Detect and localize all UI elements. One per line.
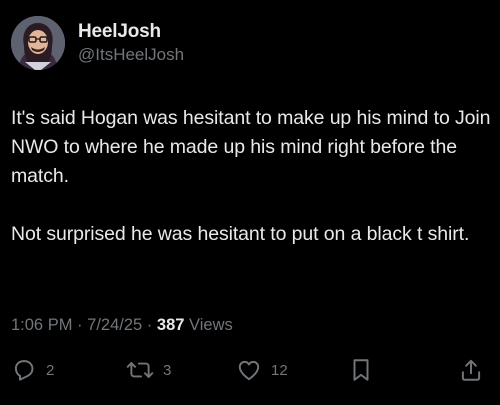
tweet-time[interactable]: 1:06 PM: [11, 316, 72, 334]
share-icon: [461, 359, 481, 381]
meta-separator: ·: [146, 316, 153, 334]
tweet-paragraph: Not surprised he was hesitant to put on …: [11, 223, 470, 245]
reply-count: 2: [46, 361, 55, 379]
bookmark-button[interactable]: [349, 352, 373, 388]
tweet-date[interactable]: 7/24/25: [87, 316, 142, 334]
views-count: 387: [156, 316, 185, 334]
avatar-image: [11, 16, 65, 70]
tweet-meta: 1:06 PM · 7/24/25 · 387 Views: [11, 314, 233, 336]
meta-separator: ·: [77, 316, 83, 334]
repost-button[interactable]: 3: [126, 352, 171, 388]
action-bar: 2 3 12: [0, 352, 500, 388]
repost-count: 3: [163, 361, 172, 379]
reply-button[interactable]: 2: [11, 352, 54, 388]
share-button[interactable]: [459, 352, 483, 388]
bookmark-icon: [353, 359, 369, 381]
tweet-text: It's said Hogan was hesitant to make up …: [11, 104, 495, 249]
views-label: Views: [189, 316, 233, 334]
repost-icon: [126, 362, 154, 378]
heart-icon: [238, 360, 260, 381]
reply-icon: [14, 360, 34, 381]
display-name[interactable]: HeelJosh: [78, 21, 161, 43]
like-button[interactable]: 12: [236, 352, 288, 388]
tweet-paragraph: It's said Hogan was hesitant to make up …: [11, 107, 491, 187]
like-count: 12: [271, 361, 288, 379]
tweet-card: HeelJosh @ItsHeelJosh It's said Hogan wa…: [0, 0, 500, 405]
user-handle[interactable]: @ItsHeelJosh: [78, 45, 184, 65]
avatar[interactable]: [11, 16, 65, 70]
